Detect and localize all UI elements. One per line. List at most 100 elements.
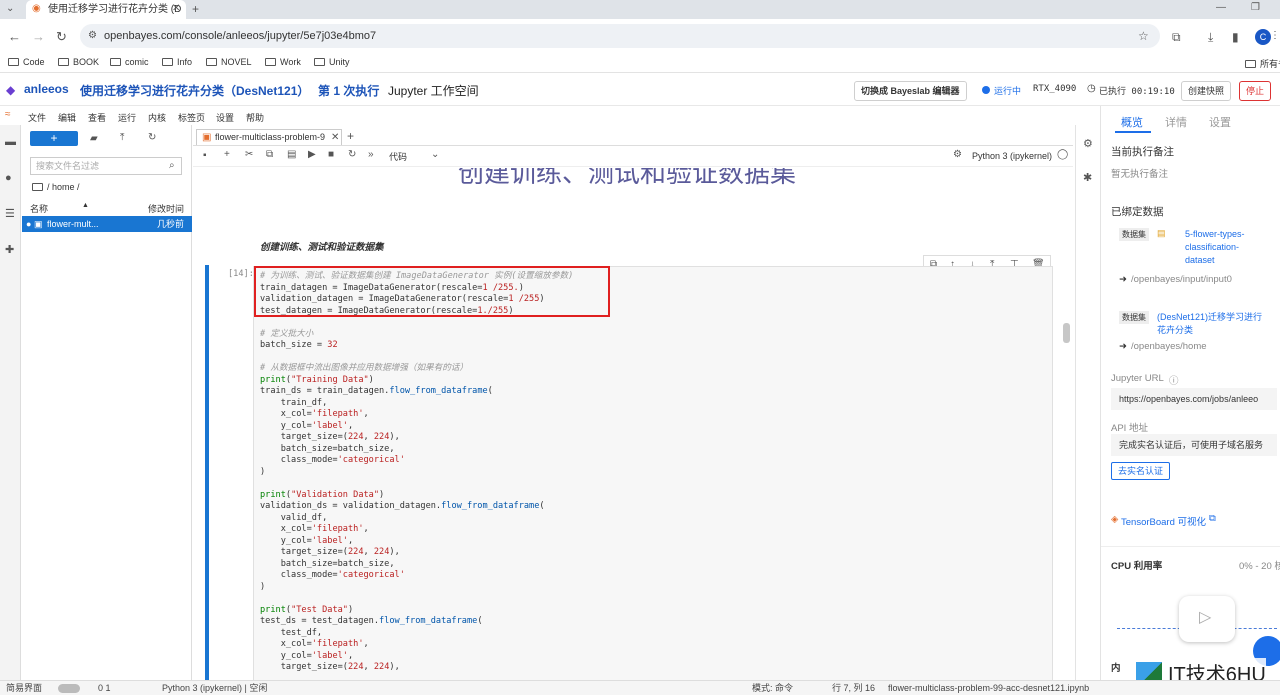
run-icon[interactable]: ▶: [308, 150, 316, 160]
memory-label: 内: [1111, 663, 1121, 674]
workspace-label: Jupyter 工作空间: [388, 84, 479, 98]
tab-search-icon[interactable]: ⌄: [6, 4, 14, 14]
bookmark-all[interactable]: 所有书: [1245, 57, 1280, 70]
file-row[interactable]: ● ▣ flower-mult... 几秒前: [22, 216, 192, 232]
extension-icon[interactable]: ✚: [5, 245, 14, 256]
column-modified[interactable]: 修改时间: [148, 202, 184, 215]
menu-help[interactable]: 帮助: [246, 111, 264, 124]
browser-tab-title: 使用迁移学习进行花卉分类 (D: [48, 4, 182, 15]
menu-settings[interactable]: 设置: [216, 111, 234, 124]
bookmark-comic[interactable]: comic: [110, 57, 149, 67]
notebook-tab[interactable]: ▣ flower-multiclass-problem-9 ✕: [196, 129, 342, 145]
stop-icon[interactable]: ■: [328, 150, 334, 160]
column-name[interactable]: 名称: [30, 202, 48, 215]
tab-overview[interactable]: 概览: [1121, 114, 1143, 130]
user-name[interactable]: anleeos: [24, 82, 69, 96]
site-info-icon[interactable]: ⚙: [88, 31, 97, 41]
minimize-icon[interactable]: —: [1216, 3, 1226, 13]
menu-run[interactable]: 运行: [118, 111, 136, 124]
close-tab-icon[interactable]: ✕: [172, 4, 180, 14]
toc-icon[interactable]: ☰: [5, 209, 15, 220]
folder-icon: [110, 58, 121, 66]
running-icon[interactable]: ●: [5, 173, 12, 184]
notebook-tab-label: flower-multiclass-problem-9: [215, 132, 326, 142]
menu-dots-icon[interactable]: ⋮: [1270, 31, 1280, 41]
close-tab-icon[interactable]: ✕: [331, 133, 339, 143]
upload-icon[interactable]: ⤒: [120, 133, 124, 143]
bookmark-label: Code: [23, 57, 45, 67]
new-tab-icon[interactable]: +: [347, 130, 354, 142]
code-cell[interactable]: # 为训练、测试、验证数据集创建 ImageDataGenerator 实例(设…: [253, 266, 1053, 680]
menu-kernel[interactable]: 内核: [148, 111, 166, 124]
search-placeholder: 搜索文件名过滤: [36, 161, 100, 171]
property-inspector-icon[interactable]: ⚙: [1083, 139, 1093, 150]
reload-icon[interactable]: ↻: [56, 30, 67, 43]
insert-cell-icon[interactable]: +: [224, 150, 230, 160]
new-launcher-button[interactable]: +: [30, 131, 78, 146]
simple-mode-toggle[interactable]: [58, 684, 80, 693]
dataset-2-name[interactable]: (DesNet121)迁移学习进行花卉分类: [1157, 311, 1267, 337]
menu-edit[interactable]: 编辑: [58, 111, 76, 124]
cursor-position[interactable]: 行 7, 列 16: [832, 681, 875, 695]
dataset-1-name[interactable]: 5-flower-types-classification-dataset: [1185, 228, 1265, 267]
stop-button[interactable]: 停止: [1239, 81, 1272, 101]
jupyter-logo-icon: ≈: [5, 109, 11, 120]
jupyter-url-field[interactable]: https://openbayes.com/jobs/anleeo: [1111, 388, 1277, 410]
new-tab-icon[interactable]: +: [192, 3, 199, 15]
switch-editor-button[interactable]: 切换成 Bayeslab 编辑器: [854, 81, 967, 101]
video-play-overlay[interactable]: ▷: [1179, 596, 1235, 642]
breadcrumb-path: / home /: [47, 182, 80, 192]
profile-avatar[interactable]: C: [1255, 29, 1271, 45]
bookmark-unity[interactable]: Unity: [314, 57, 350, 67]
breadcrumb[interactable]: / home /: [32, 182, 80, 192]
forward-icon[interactable]: →: [32, 30, 45, 43]
tab-settings[interactable]: 设置: [1209, 114, 1231, 130]
menu-view[interactable]: 查看: [88, 111, 106, 124]
run-all-icon[interactable]: »: [368, 150, 374, 160]
copy-icon[interactable]: ⧉: [266, 150, 273, 160]
bookmark-novel[interactable]: NOVEL: [206, 57, 252, 67]
paste-icon[interactable]: ▤: [287, 150, 296, 160]
cut-icon[interactable]: ✂: [245, 150, 253, 160]
download-icon[interactable]: ⤓: [1208, 31, 1213, 43]
menu-tabs[interactable]: 标签页: [178, 111, 205, 124]
browser-tab[interactable]: ◉ 使用迁移学习进行花卉分类 (D ✕: [26, 0, 186, 19]
maximize-icon[interactable]: ❐: [1251, 3, 1260, 13]
run-status: 运行中: [994, 86, 1022, 96]
sidepanel-icon[interactable]: ▮: [1232, 31, 1239, 43]
bookmark-book[interactable]: BOOK: [58, 57, 99, 67]
back-icon[interactable]: ←: [8, 30, 21, 43]
scrollbar-thumb[interactable]: [1063, 323, 1070, 343]
tensorboard-link[interactable]: TensorBoard 可视化: [1121, 514, 1206, 528]
tab-details[interactable]: 详情: [1165, 114, 1187, 130]
menu-file[interactable]: 文件: [28, 111, 46, 124]
restart-icon[interactable]: ↻: [348, 150, 356, 160]
extensions-icon[interactable]: ⧉: [1172, 31, 1181, 43]
jupyter-favicon-icon: ◉: [32, 3, 41, 14]
external-link-icon[interactable]: ⧉: [1209, 513, 1216, 524]
bookmark-star-icon[interactable]: ☆: [1138, 30, 1149, 42]
kernel-status[interactable]: Python 3 (ipykernel) | 空闲: [162, 681, 267, 695]
folder-icon[interactable]: ▬: [5, 137, 16, 148]
bookmark-work[interactable]: Work: [265, 57, 301, 67]
openbayes-logo-icon[interactable]: ◆: [6, 84, 15, 96]
url-field[interactable]: ⚙ openbayes.com/console/anleeos/jupyter/…: [80, 24, 1160, 48]
verify-button[interactable]: 去实名认证: [1111, 462, 1171, 480]
kernel-settings-icon[interactable]: ⚙: [953, 150, 962, 160]
debugger-icon[interactable]: ✱: [1083, 173, 1092, 184]
cell-type-select[interactable]: 代码 ⌄: [389, 150, 439, 163]
sort-arrow-icon[interactable]: ▲: [82, 202, 89, 209]
new-folder-icon[interactable]: ▰: [90, 134, 98, 144]
folder-icon: [314, 58, 325, 66]
kernel-name[interactable]: Python 3 (ipykernel): [972, 151, 1052, 161]
create-snapshot-button[interactable]: 创建快照: [1181, 81, 1232, 101]
save-icon[interactable]: ▪: [203, 151, 207, 161]
refresh-icon[interactable]: ↻: [148, 133, 156, 143]
run-number[interactable]: 第 1 次执行: [318, 82, 379, 99]
project-title[interactable]: 使用迁移学习进行花卉分类（DesNet121）: [80, 82, 309, 99]
file-search-input[interactable]: 搜索文件名过滤 ⌕: [30, 157, 182, 175]
notebook-body: 创建训练、测试和验证数据集 创建训练、测试和验证数据集 [14]: ⧉ ↑ ↓ …: [193, 168, 1073, 680]
terminal-counts[interactable]: 0 1: [98, 681, 111, 695]
bookmark-code[interactable]: Code: [8, 57, 45, 67]
bookmark-info[interactable]: Info: [162, 57, 192, 67]
